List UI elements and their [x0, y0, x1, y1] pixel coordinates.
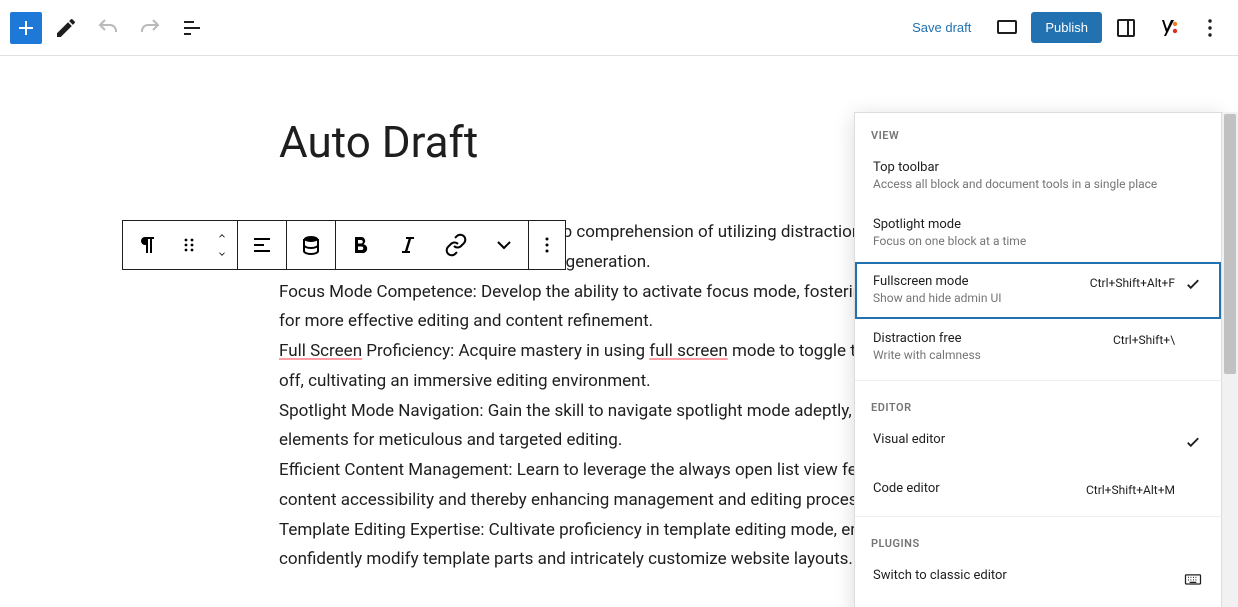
panel-item-desc: Show and hide admin UI	[873, 291, 1082, 305]
save-draft-button[interactable]: Save draft	[900, 12, 983, 43]
spellcheck-underline: Full Screen	[279, 341, 362, 361]
panel-item-switch-to-classic-editor[interactable]: Switch to classic editor	[855, 556, 1221, 607]
panel-item-title: Fullscreen mode	[873, 274, 1082, 289]
panel-item-shortcut: Ctrl+Shift+Alt+M	[1086, 483, 1175, 497]
panel-item-top-toolbar[interactable]: Top toolbar Access all block and document…	[855, 148, 1221, 205]
block-type-paragraph-icon[interactable]	[123, 221, 171, 269]
data-icon[interactable]	[287, 221, 335, 269]
editor-canvas-wrap: Auto Draft Distraction-Free Mastery: Att…	[0, 56, 1238, 607]
panel-item-title: Switch to classic editor	[873, 568, 1175, 583]
panel-item-desc: Focus on one block at a time	[873, 234, 1175, 248]
align-button[interactable]	[238, 221, 286, 269]
drag-handle-icon[interactable]	[171, 221, 207, 269]
yoast-seo-button[interactable]	[1150, 10, 1186, 46]
panel-item-code-editor[interactable]: Code editor Ctrl+Shift+Alt+M	[855, 469, 1221, 512]
panel-item-title: Code editor	[873, 481, 1078, 496]
options-dropdown-panel: VIEW Top toolbar Access all block and docu…	[854, 112, 1222, 607]
panel-item-title: Visual editor	[873, 432, 1175, 447]
link-button[interactable]	[432, 221, 480, 269]
editor-topbar: Save draft Publish	[0, 0, 1238, 56]
panel-item-title: Spotlight mode	[873, 217, 1175, 232]
undo-button[interactable]	[90, 10, 126, 46]
panel-item-spotlight-mode[interactable]: Spotlight mode Focus on one block at a ti…	[855, 205, 1221, 262]
block-more-options-button[interactable]	[529, 221, 565, 269]
move-down-button[interactable]	[207, 245, 237, 263]
scrollbar-thumb[interactable]	[1224, 114, 1236, 374]
panel-item-fullscreen-mode[interactable]: Fullscreen mode Show and hide admin UI Ctr…	[855, 262, 1221, 319]
options-menu-button[interactable]	[1192, 10, 1228, 46]
keyboard-icon	[1183, 569, 1203, 593]
panel-item-title: Distraction free	[873, 331, 1105, 346]
panel-item-shortcut: Ctrl+Shift+\	[1113, 333, 1175, 347]
settings-sidebar-toggle[interactable]	[1108, 10, 1144, 46]
bold-button[interactable]	[336, 221, 384, 269]
topbar-right: Save draft Publish	[900, 10, 1228, 46]
check-icon	[1183, 433, 1203, 455]
panel-item-distraction-free[interactable]: Distraction free Write with calmness Ctrl+…	[855, 319, 1221, 376]
spellcheck-underline: full screen	[649, 341, 727, 361]
panel-item-desc: Write with calmness	[873, 348, 1105, 362]
move-up-button[interactable]	[207, 227, 237, 245]
block-inserter-button[interactable]	[10, 12, 42, 44]
panel-section-heading: PLUGINS	[855, 521, 1221, 556]
vertical-scrollbar[interactable]	[1222, 112, 1238, 607]
panel-item-title: Top toolbar	[873, 160, 1175, 175]
redo-button[interactable]	[132, 10, 168, 46]
italic-button[interactable]	[384, 221, 432, 269]
tools-button[interactable]	[48, 10, 84, 46]
topbar-left	[10, 10, 210, 46]
document-overview-button[interactable]	[174, 10, 210, 46]
preview-button[interactable]	[989, 10, 1025, 46]
panel-section-heading: VIEW	[855, 113, 1221, 148]
publish-button[interactable]: Publish	[1031, 12, 1102, 43]
block-toolbar	[122, 220, 566, 270]
panel-section-heading: EDITOR	[855, 385, 1221, 420]
panel-item-shortcut: Ctrl+Shift+Alt+F	[1090, 276, 1175, 290]
panel-item-desc: Access all block and document tools in a…	[873, 177, 1175, 191]
panel-item-visual-editor[interactable]: Visual editor	[855, 420, 1221, 469]
check-icon	[1183, 275, 1203, 297]
more-rich-text-button[interactable]	[480, 221, 528, 269]
